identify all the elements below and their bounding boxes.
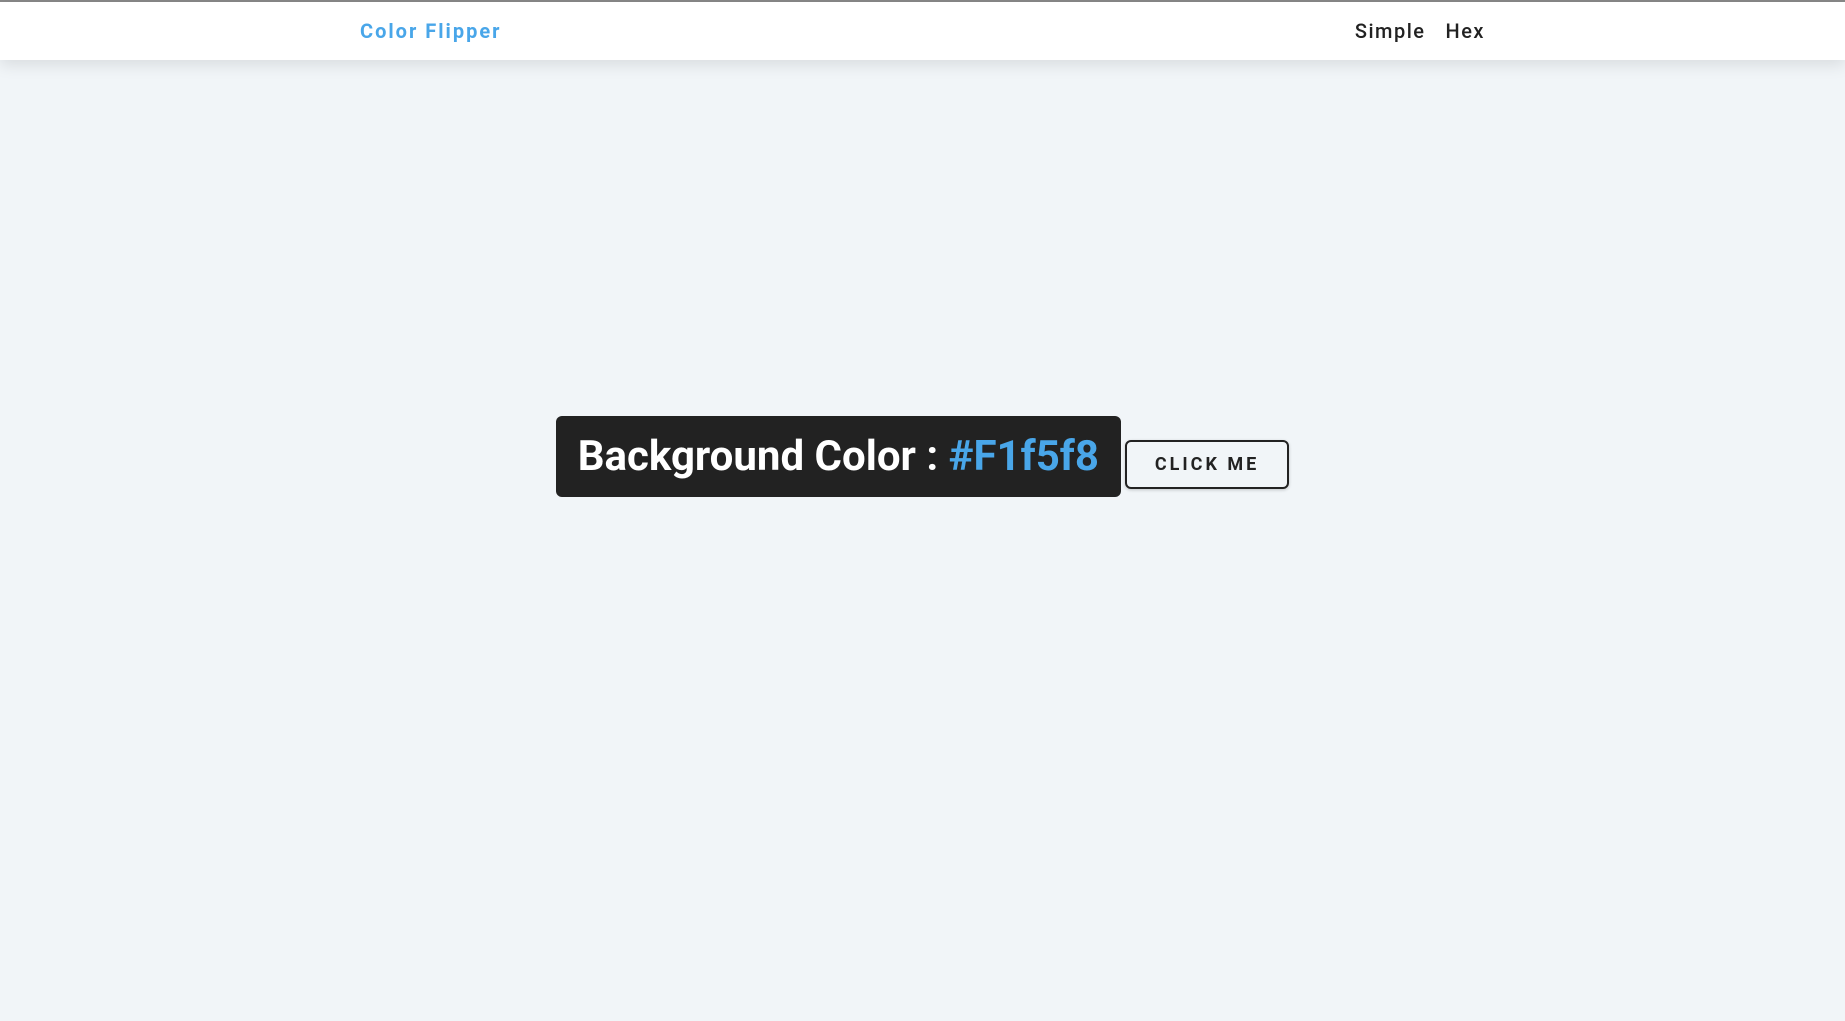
color-label-prefix: Background Color : bbox=[578, 432, 949, 481]
nav-links: Simple Hex bbox=[1355, 19, 1485, 43]
color-heading: Background Color : #F1f5f8 bbox=[578, 432, 1099, 481]
nav-brand: Color Flipper bbox=[360, 19, 501, 43]
main-content: Background Color : #F1f5f8 click me bbox=[0, 60, 1845, 1021]
navbar: Color Flipper Simple Hex bbox=[0, 2, 1845, 60]
container: Background Color : #F1f5f8 click me bbox=[556, 416, 1290, 545]
color-value: #F1f5f8 bbox=[949, 432, 1099, 481]
nav-link-hex[interactable]: Hex bbox=[1446, 19, 1485, 43]
color-display: Background Color : #F1f5f8 bbox=[556, 416, 1121, 497]
click-me-button[interactable]: click me bbox=[1125, 440, 1289, 489]
nav-link-simple[interactable]: Simple bbox=[1355, 19, 1426, 43]
